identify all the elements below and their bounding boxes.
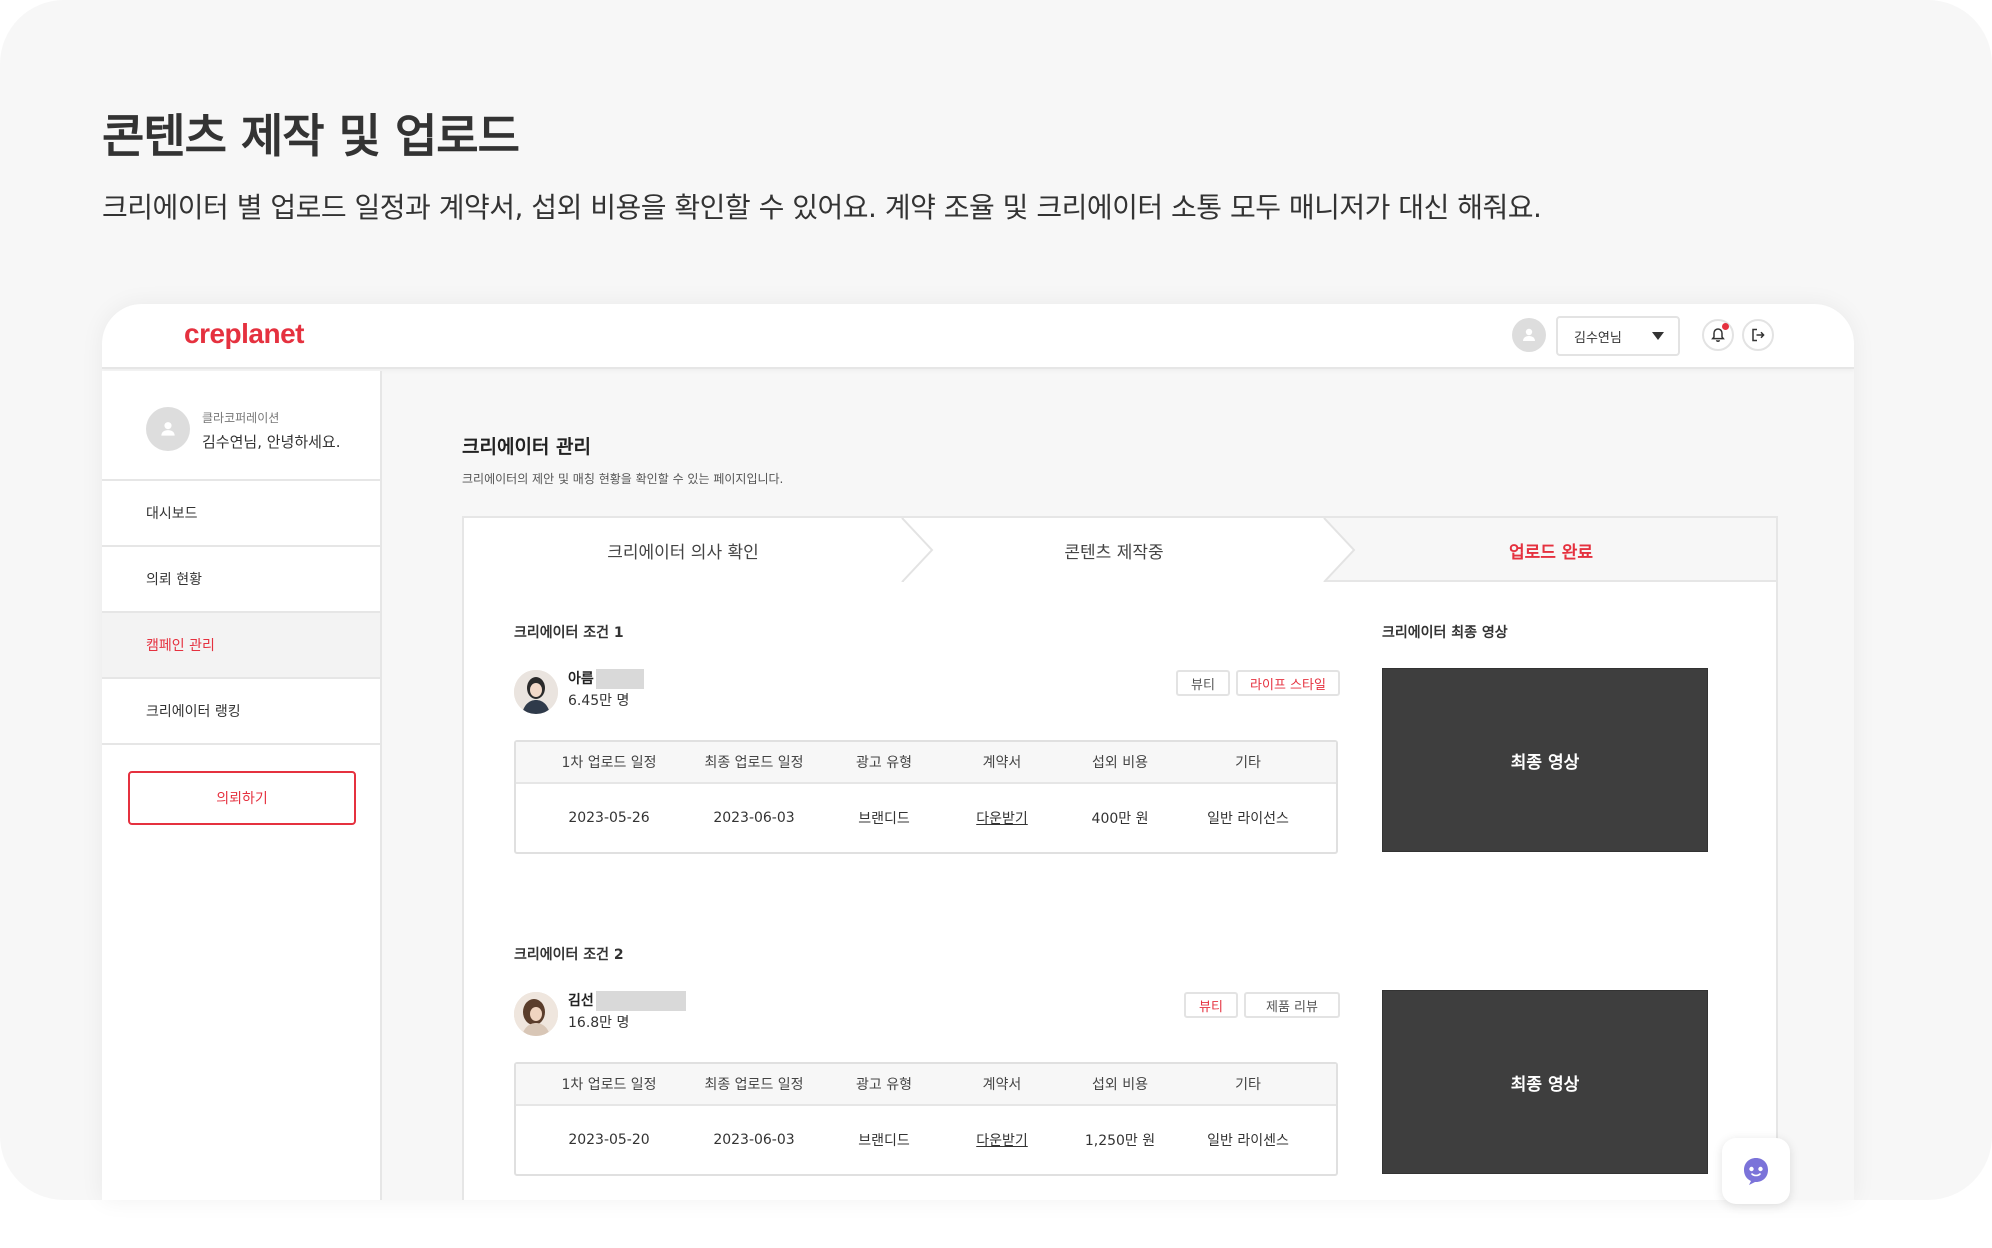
creator-avatar[interactable] xyxy=(514,992,558,1036)
logout-button[interactable] xyxy=(1742,319,1774,351)
first-upload-date: 2023-05-26 xyxy=(568,810,650,826)
notification-button[interactable] xyxy=(1702,319,1734,351)
casting-fee: 400만 원 xyxy=(1091,811,1149,827)
category-tag: 뷰티 xyxy=(1184,992,1238,1018)
logout-icon xyxy=(1752,328,1765,342)
greeting-text: 김수연님, 안녕하세요. xyxy=(202,433,341,451)
final-upload-date: 2023-06-03 xyxy=(713,810,795,826)
step-divider-icon xyxy=(900,518,934,582)
creator-followers: 16.8만 명 xyxy=(568,1015,630,1031)
video-section-title: 크리에이터 최종 영상 xyxy=(1382,625,1508,641)
column-header: 광고 유형 xyxy=(856,1077,912,1093)
column-header: 섭외 비용 xyxy=(1092,755,1148,771)
step-content-production[interactable]: 콘텐츠 제작중 xyxy=(904,518,1324,582)
sidebar-item-creator-ranking[interactable]: 크리에이터 랭킹 xyxy=(102,679,380,745)
category-tag: 뷰티 xyxy=(1176,670,1230,696)
creator-info-table: 1차 업로드 일정 최종 업로드 일정 광고 유형 계약서 섭외 비용 기타 2… xyxy=(514,740,1338,854)
app-window: creplanet 김수연님 클라코퍼레이션 김수연님, 안녕하세요. 대시보드… xyxy=(102,304,1854,1200)
column-header: 광고 유형 xyxy=(856,755,912,771)
column-header: 계약서 xyxy=(982,755,1022,771)
category-tag: 제품 리뷰 xyxy=(1244,992,1340,1018)
step-creator-confirm[interactable]: 크리에이터 의사 확인 xyxy=(464,518,902,582)
first-upload-date: 2023-05-20 xyxy=(568,1132,650,1148)
license-type: 일반 라이선스 xyxy=(1207,811,1289,827)
sidebar-profile: 클라코퍼레이션 김수연님, 안녕하세요. xyxy=(102,371,380,481)
table-header: 1차 업로드 일정 최종 업로드 일정 광고 유형 계약서 섭외 비용 기타 xyxy=(516,1064,1336,1106)
organization-name: 클라코퍼레이션 xyxy=(202,411,280,425)
top-bar: creplanet 김수연님 xyxy=(102,304,1854,369)
step-upload-complete[interactable]: 업로드 완료 xyxy=(1324,518,1778,582)
logo[interactable]: creplanet xyxy=(184,318,305,350)
creator-info-table: 1차 업로드 일정 최종 업로드 일정 광고 유형 계약서 섭외 비용 기타 2… xyxy=(514,1062,1338,1176)
column-header: 1차 업로드 일정 xyxy=(561,755,657,771)
name-redaction xyxy=(595,991,686,1011)
progress-steps: 크리에이터 의사 확인 콘텐츠 제작중 업로드 완료 xyxy=(464,518,1776,582)
profile-avatar-icon xyxy=(146,407,190,451)
contract-download-link[interactable]: 다운받기 xyxy=(962,808,1042,828)
sidebar-item-requests[interactable]: 의뢰 현황 xyxy=(102,547,380,613)
final-video[interactable]: 최종 영상 xyxy=(1382,990,1708,1174)
table-row: 2023-05-20 2023-06-03 브랜디드 다운받기 1,250만 원… xyxy=(516,1106,1336,1174)
sidebar-item-campaigns[interactable]: 캠페인 관리 xyxy=(102,613,380,679)
step-divider-icon xyxy=(1322,518,1356,582)
user-select[interactable]: 김수연님 xyxy=(1556,316,1680,356)
creator-followers: 6.45만 명 xyxy=(568,693,630,709)
license-type: 일반 라이센스 xyxy=(1207,1133,1289,1149)
condition-title: 크리에이터 조건 1 xyxy=(514,625,624,641)
hero-title: 콘텐츠 제작 및 업로드 xyxy=(102,109,520,163)
column-header: 기타 xyxy=(1235,755,1261,771)
column-header: 최종 업로드 일정 xyxy=(704,1077,804,1093)
notification-dot xyxy=(1722,323,1729,330)
creator-avatar[interactable] xyxy=(514,670,558,714)
casting-fee: 1,250만 원 xyxy=(1084,1133,1156,1149)
request-button[interactable]: 의뢰하기 xyxy=(128,771,356,825)
sidebar: 클라코퍼레이션 김수연님, 안녕하세요. 대시보드 의뢰 현황 캠페인 관리 크… xyxy=(102,371,382,1200)
category-tag: 라이프 스타일 xyxy=(1236,670,1340,696)
table-row: 2023-05-26 2023-06-03 브랜디드 다운받기 400만 원 일… xyxy=(516,784,1336,852)
creator-panel: 크리에이터 의사 확인 콘텐츠 제작중 업로드 완료 크리에이터 조건 1 크리… xyxy=(462,516,1778,1200)
ad-type: 브랜디드 xyxy=(858,811,910,827)
sidebar-item-dashboard[interactable]: 대시보드 xyxy=(102,481,380,547)
creator-name: 김선 xyxy=(568,990,686,1011)
contract-download-link[interactable]: 다운받기 xyxy=(962,1130,1042,1150)
user-select-value: 김수연님 xyxy=(1574,330,1622,346)
name-redaction xyxy=(595,669,644,689)
creator-name: 아름 xyxy=(568,668,644,689)
column-header: 기타 xyxy=(1235,1077,1261,1093)
column-header: 계약서 xyxy=(982,1077,1022,1093)
user-avatar-icon xyxy=(1512,318,1546,352)
column-header: 1차 업로드 일정 xyxy=(561,1077,657,1093)
chatbot-button[interactable] xyxy=(1722,1138,1790,1204)
ad-type: 브랜디드 xyxy=(858,1133,910,1149)
column-header: 최종 업로드 일정 xyxy=(704,755,804,771)
table-header: 1차 업로드 일정 최종 업로드 일정 광고 유형 계약서 섭외 비용 기타 xyxy=(516,742,1336,784)
chatbot-icon xyxy=(1744,1158,1768,1185)
page-description: 크리에이터의 제안 및 매칭 현황을 확인할 수 있는 페이지입니다. xyxy=(462,472,784,486)
condition-title: 크리에이터 조건 2 xyxy=(514,947,624,963)
final-upload-date: 2023-06-03 xyxy=(713,1132,795,1148)
hero-description: 크리에이터 별 업로드 일정과 계약서, 섭외 비용을 확인할 수 있어요. 계… xyxy=(102,191,1542,224)
page-title: 크리에이터 관리 xyxy=(462,436,591,458)
chevron-down-icon xyxy=(1652,332,1664,340)
final-video[interactable]: 최종 영상 xyxy=(1382,668,1708,852)
column-header: 섭외 비용 xyxy=(1092,1077,1148,1093)
